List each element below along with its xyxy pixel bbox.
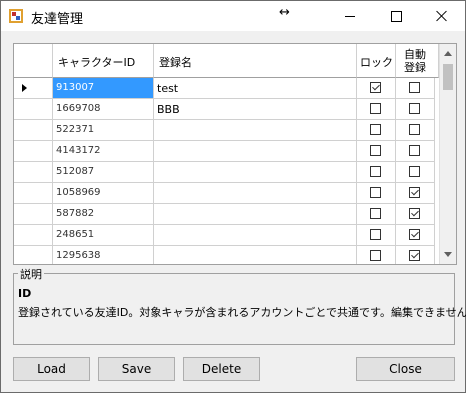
lock-checkbox[interactable] <box>370 229 381 240</box>
column-header-id[interactable]: キャラクターID <box>53 44 154 78</box>
cell-registered-name[interactable] <box>154 162 357 183</box>
auto-register-checkbox[interactable] <box>409 208 420 219</box>
auto-register-checkbox[interactable] <box>409 250 420 261</box>
row-selector[interactable] <box>14 120 53 141</box>
maximize-icon <box>390 10 402 22</box>
cell-registered-name[interactable] <box>154 120 357 141</box>
column-header-id-label: キャラクターID <box>58 56 136 69</box>
cell-character-id[interactable]: 512087 <box>53 162 154 183</box>
scroll-down-icon[interactable] <box>444 252 452 257</box>
column-header-name[interactable]: 登録名 <box>154 44 357 78</box>
cell-character-id[interactable]: 4143172 <box>53 141 154 162</box>
cell-registered-name[interactable] <box>154 141 357 162</box>
cell-character-id[interactable]: 248651 <box>53 225 154 246</box>
row-selector[interactable] <box>14 246 53 264</box>
auto-register-checkbox[interactable] <box>409 124 420 135</box>
cell-registered-name[interactable] <box>154 183 357 204</box>
lock-checkbox[interactable] <box>370 250 381 261</box>
friends-grid[interactable]: キャラクターID 登録名 ロック 自動 登録 913007 test 1669708… <box>13 43 457 265</box>
cell-character-id[interactable]: 1058969 <box>53 183 154 204</box>
cell-auto <box>396 183 435 204</box>
lock-checkbox[interactable] <box>370 82 381 93</box>
load-button[interactable]: Load <box>13 357 90 381</box>
lock-checkbox[interactable] <box>370 124 381 135</box>
row-selector[interactable] <box>14 204 53 225</box>
cell-lock <box>357 141 396 162</box>
current-row-arrow-icon <box>22 84 27 92</box>
maximize-button[interactable] <box>373 1 419 31</box>
vertical-scrollbar[interactable] <box>439 44 456 264</box>
minimize-icon <box>345 15 355 17</box>
friend-management-window: 友達管理 ↔ キャラクターID 登録名 ロック 自動 登録 913007 test… <box>0 0 466 393</box>
auto-register-checkbox[interactable] <box>409 187 420 198</box>
close-button[interactable]: Close <box>356 357 455 381</box>
cell-lock <box>357 120 396 141</box>
row-selector[interactable] <box>14 183 53 204</box>
cell-auto <box>396 120 435 141</box>
cell-registered-name[interactable]: BBB <box>154 99 357 120</box>
cell-registered-name[interactable]: test <box>154 78 357 99</box>
auto-register-checkbox[interactable] <box>409 82 420 93</box>
cell-registered-name[interactable] <box>154 225 357 246</box>
resize-cursor-icon: ↔ <box>279 5 290 20</box>
auto-register-checkbox[interactable] <box>409 145 420 156</box>
auto-register-checkbox[interactable] <box>409 229 420 240</box>
lock-checkbox[interactable] <box>370 103 381 114</box>
cell-auto <box>396 78 435 99</box>
cell-registered-name[interactable] <box>154 204 357 225</box>
row-selector[interactable] <box>14 225 53 246</box>
cell-auto <box>396 99 435 120</box>
cell-auto <box>396 141 435 162</box>
save-button[interactable]: Save <box>98 357 175 381</box>
scroll-up-icon[interactable] <box>444 51 452 56</box>
scroll-thumb[interactable] <box>443 64 453 90</box>
row-selector[interactable] <box>14 99 53 120</box>
close-window-button[interactable] <box>419 1 465 31</box>
cell-character-id[interactable]: 913007 <box>53 78 154 99</box>
cell-registered-name[interactable] <box>154 246 357 264</box>
column-header-lock[interactable]: ロック <box>357 44 396 78</box>
row-selector[interactable] <box>14 141 53 162</box>
lock-checkbox[interactable] <box>370 145 381 156</box>
description-title: 説明 <box>18 266 44 282</box>
column-header-lock-label: ロック <box>360 56 393 69</box>
cell-lock <box>357 78 396 99</box>
cell-character-id[interactable]: 522371 <box>53 120 154 141</box>
window-title: 友達管理 <box>31 12 84 27</box>
app-icon <box>9 9 23 23</box>
row-header-corner <box>14 44 53 78</box>
cell-lock <box>357 246 396 264</box>
column-header-auto-register[interactable]: 自動 登録 <box>396 44 439 78</box>
description-text: 登録されている友達ID。対象キャラが含まれるアカウントごとで共通です。編集できま… <box>18 306 466 319</box>
cell-auto <box>396 225 435 246</box>
auto-register-checkbox[interactable] <box>409 103 420 114</box>
lock-checkbox[interactable] <box>370 208 381 219</box>
minimize-button[interactable] <box>327 1 373 31</box>
delete-button[interactable]: Delete <box>183 357 260 381</box>
cell-lock <box>357 99 396 120</box>
cell-lock <box>357 162 396 183</box>
cell-lock <box>357 183 396 204</box>
cell-auto <box>396 204 435 225</box>
title-bar: 友達管理 ↔ <box>1 1 465 31</box>
auto-register-checkbox[interactable] <box>409 166 420 177</box>
lock-checkbox[interactable] <box>370 166 381 177</box>
cell-lock <box>357 204 396 225</box>
cell-character-id[interactable]: 587882 <box>53 204 154 225</box>
cell-lock <box>357 225 396 246</box>
cell-auto <box>396 162 435 183</box>
lock-checkbox[interactable] <box>370 187 381 198</box>
column-header-auto-label-2: 登録 <box>404 61 426 74</box>
column-header-name-label: 登録名 <box>159 56 192 69</box>
description-field-name: ID <box>18 287 32 300</box>
description-panel: 説明 ID 登録されている友達ID。対象キャラが含まれるアカウントごとで共通です… <box>13 266 466 345</box>
cell-character-id[interactable]: 1295638 <box>53 246 154 264</box>
row-selector[interactable] <box>14 78 53 99</box>
row-selector[interactable] <box>14 162 53 183</box>
cell-character-id[interactable]: 1669708 <box>53 99 154 120</box>
cell-auto <box>396 246 435 264</box>
close-icon <box>436 10 448 22</box>
